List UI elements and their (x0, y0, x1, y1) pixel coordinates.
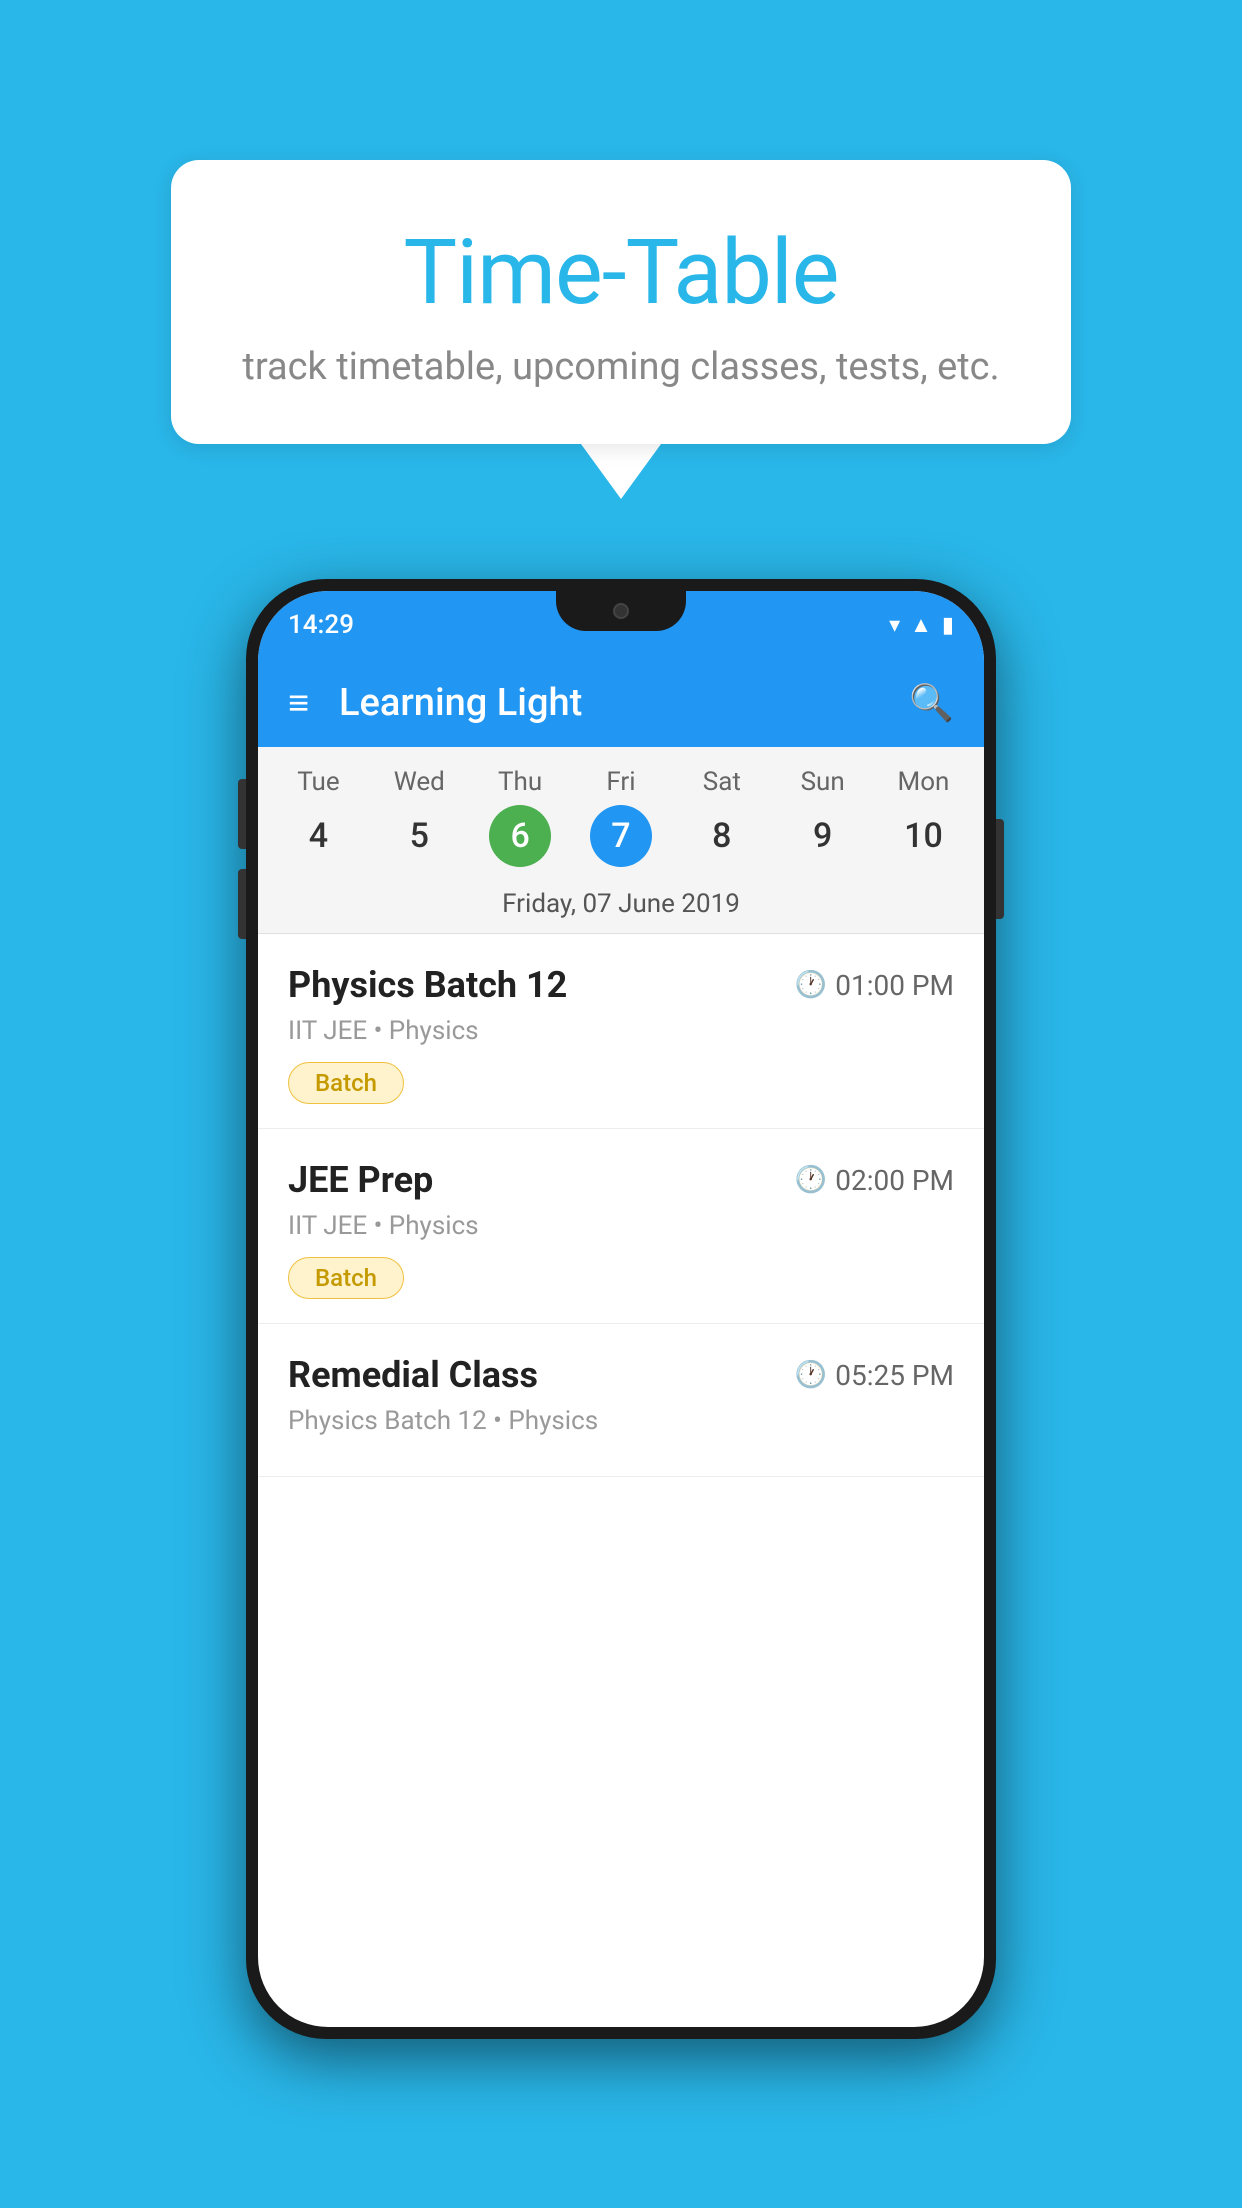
time-text: 02:00 PM (835, 1164, 954, 1197)
signal-icon: ▲ (910, 612, 932, 638)
day-col-sat[interactable]: Sat 8 (677, 767, 767, 867)
day-number[interactable]: 4 (287, 805, 349, 867)
day-col-mon[interactable]: Mon 10 (878, 767, 968, 867)
day-name: Tue (297, 767, 339, 797)
day-name: Fri (606, 767, 635, 797)
phone-screen: 14:29 ▾ ▲ ▮ ≡ Learning Light 🔍 (258, 591, 984, 2027)
schedule-item-time: 🕐 01:00 PM (795, 969, 954, 1002)
clock-icon: 🕐 (795, 1360, 827, 1390)
day-number[interactable]: 8 (691, 805, 753, 867)
schedule-item-subtitle: IIT JEE • Physics (288, 1211, 954, 1241)
schedule-item-time: 🕐 05:25 PM (795, 1359, 954, 1392)
calendar-section: Tue 4 Wed 5 Thu 6 Fri 7 Sat 8 Sun 9 Mon 10 Friday, 07… (258, 747, 984, 934)
wifi-icon: ▾ (889, 613, 900, 638)
power-button (996, 819, 1004, 919)
phone-mockup: 14:29 ▾ ▲ ▮ ≡ Learning Light 🔍 (246, 579, 996, 2039)
day-name: Wed (394, 767, 445, 797)
schedule-item-title: Physics Batch 12 (288, 964, 567, 1006)
app-bar: ≡ Learning Light 🔍 (258, 659, 984, 747)
day-col-sun[interactable]: Sun 9 (778, 767, 868, 867)
schedule-item-subtitle: IIT JEE • Physics (288, 1016, 954, 1046)
day-number[interactable]: 5 (388, 805, 450, 867)
schedule-item-subtitle: Physics Batch 12 • Physics (288, 1406, 954, 1436)
status-time: 14:29 (288, 610, 354, 640)
day-number[interactable]: 9 (792, 805, 854, 867)
day-name: Sat (703, 767, 741, 797)
notch (556, 591, 686, 631)
schedule-item-time: 🕐 02:00 PM (795, 1164, 954, 1197)
day-name: Thu (498, 767, 542, 797)
schedule-item[interactable]: Physics Batch 12 🕐 01:00 PM IIT JEE • Physi… (258, 934, 984, 1129)
bubble-subtitle: track timetable, upcoming classes, tests… (231, 345, 1011, 389)
phone-wrapper: 14:29 ▾ ▲ ▮ ≡ Learning Light 🔍 (0, 579, 1242, 2039)
search-icon[interactable]: 🔍 (909, 682, 954, 724)
time-text: 01:00 PM (835, 969, 954, 1002)
day-col-thu[interactable]: Thu 6 (475, 767, 565, 867)
day-col-tue[interactable]: Tue 4 (273, 767, 363, 867)
day-number[interactable]: 7 (590, 805, 652, 867)
speech-bubble-arrow (581, 444, 661, 499)
bubble-title: Time-Table (231, 220, 1011, 325)
schedule-item[interactable]: Remedial Class 🕐 05:25 PM Physics Batch 12 … (258, 1324, 984, 1477)
batch-badge: Batch (288, 1062, 404, 1104)
intro-section: Time-Table track timetable, upcoming cla… (171, 160, 1071, 499)
status-icons: ▾ ▲ ▮ (889, 612, 954, 638)
batch-badge: Batch (288, 1257, 404, 1299)
battery-icon: ▮ (942, 613, 954, 638)
schedule-item-title: Remedial Class (288, 1354, 538, 1396)
speech-bubble-card: Time-Table track timetable, upcoming cla… (171, 160, 1071, 444)
schedule-item-title: JEE Prep (288, 1159, 433, 1201)
weekday-row: Tue 4 Wed 5 Thu 6 Fri 7 Sat 8 Sun 9 Mon 10 (258, 747, 984, 875)
day-col-fri[interactable]: Fri 7 (576, 767, 666, 867)
day-number[interactable]: 10 (892, 805, 954, 867)
time-text: 05:25 PM (835, 1359, 954, 1392)
camera (613, 603, 629, 619)
day-name: Mon (898, 767, 950, 797)
clock-icon: 🕐 (795, 1165, 827, 1195)
volume-up-button (238, 779, 246, 849)
clock-icon: 🕐 (795, 970, 827, 1000)
selected-date-label: Friday, 07 June 2019 (258, 875, 984, 934)
schedule-item[interactable]: JEE Prep 🕐 02:00 PM IIT JEE • Physics Batch (258, 1129, 984, 1324)
status-bar: 14:29 ▾ ▲ ▮ (258, 591, 984, 659)
day-name: Sun (801, 767, 845, 797)
day-col-wed[interactable]: Wed 5 (374, 767, 464, 867)
day-number[interactable]: 6 (489, 805, 551, 867)
app-title: Learning Light (339, 681, 909, 725)
schedule-list: Physics Batch 12 🕐 01:00 PM IIT JEE • Physi… (258, 934, 984, 1477)
menu-icon[interactable]: ≡ (288, 685, 309, 721)
volume-down-button (238, 869, 246, 939)
